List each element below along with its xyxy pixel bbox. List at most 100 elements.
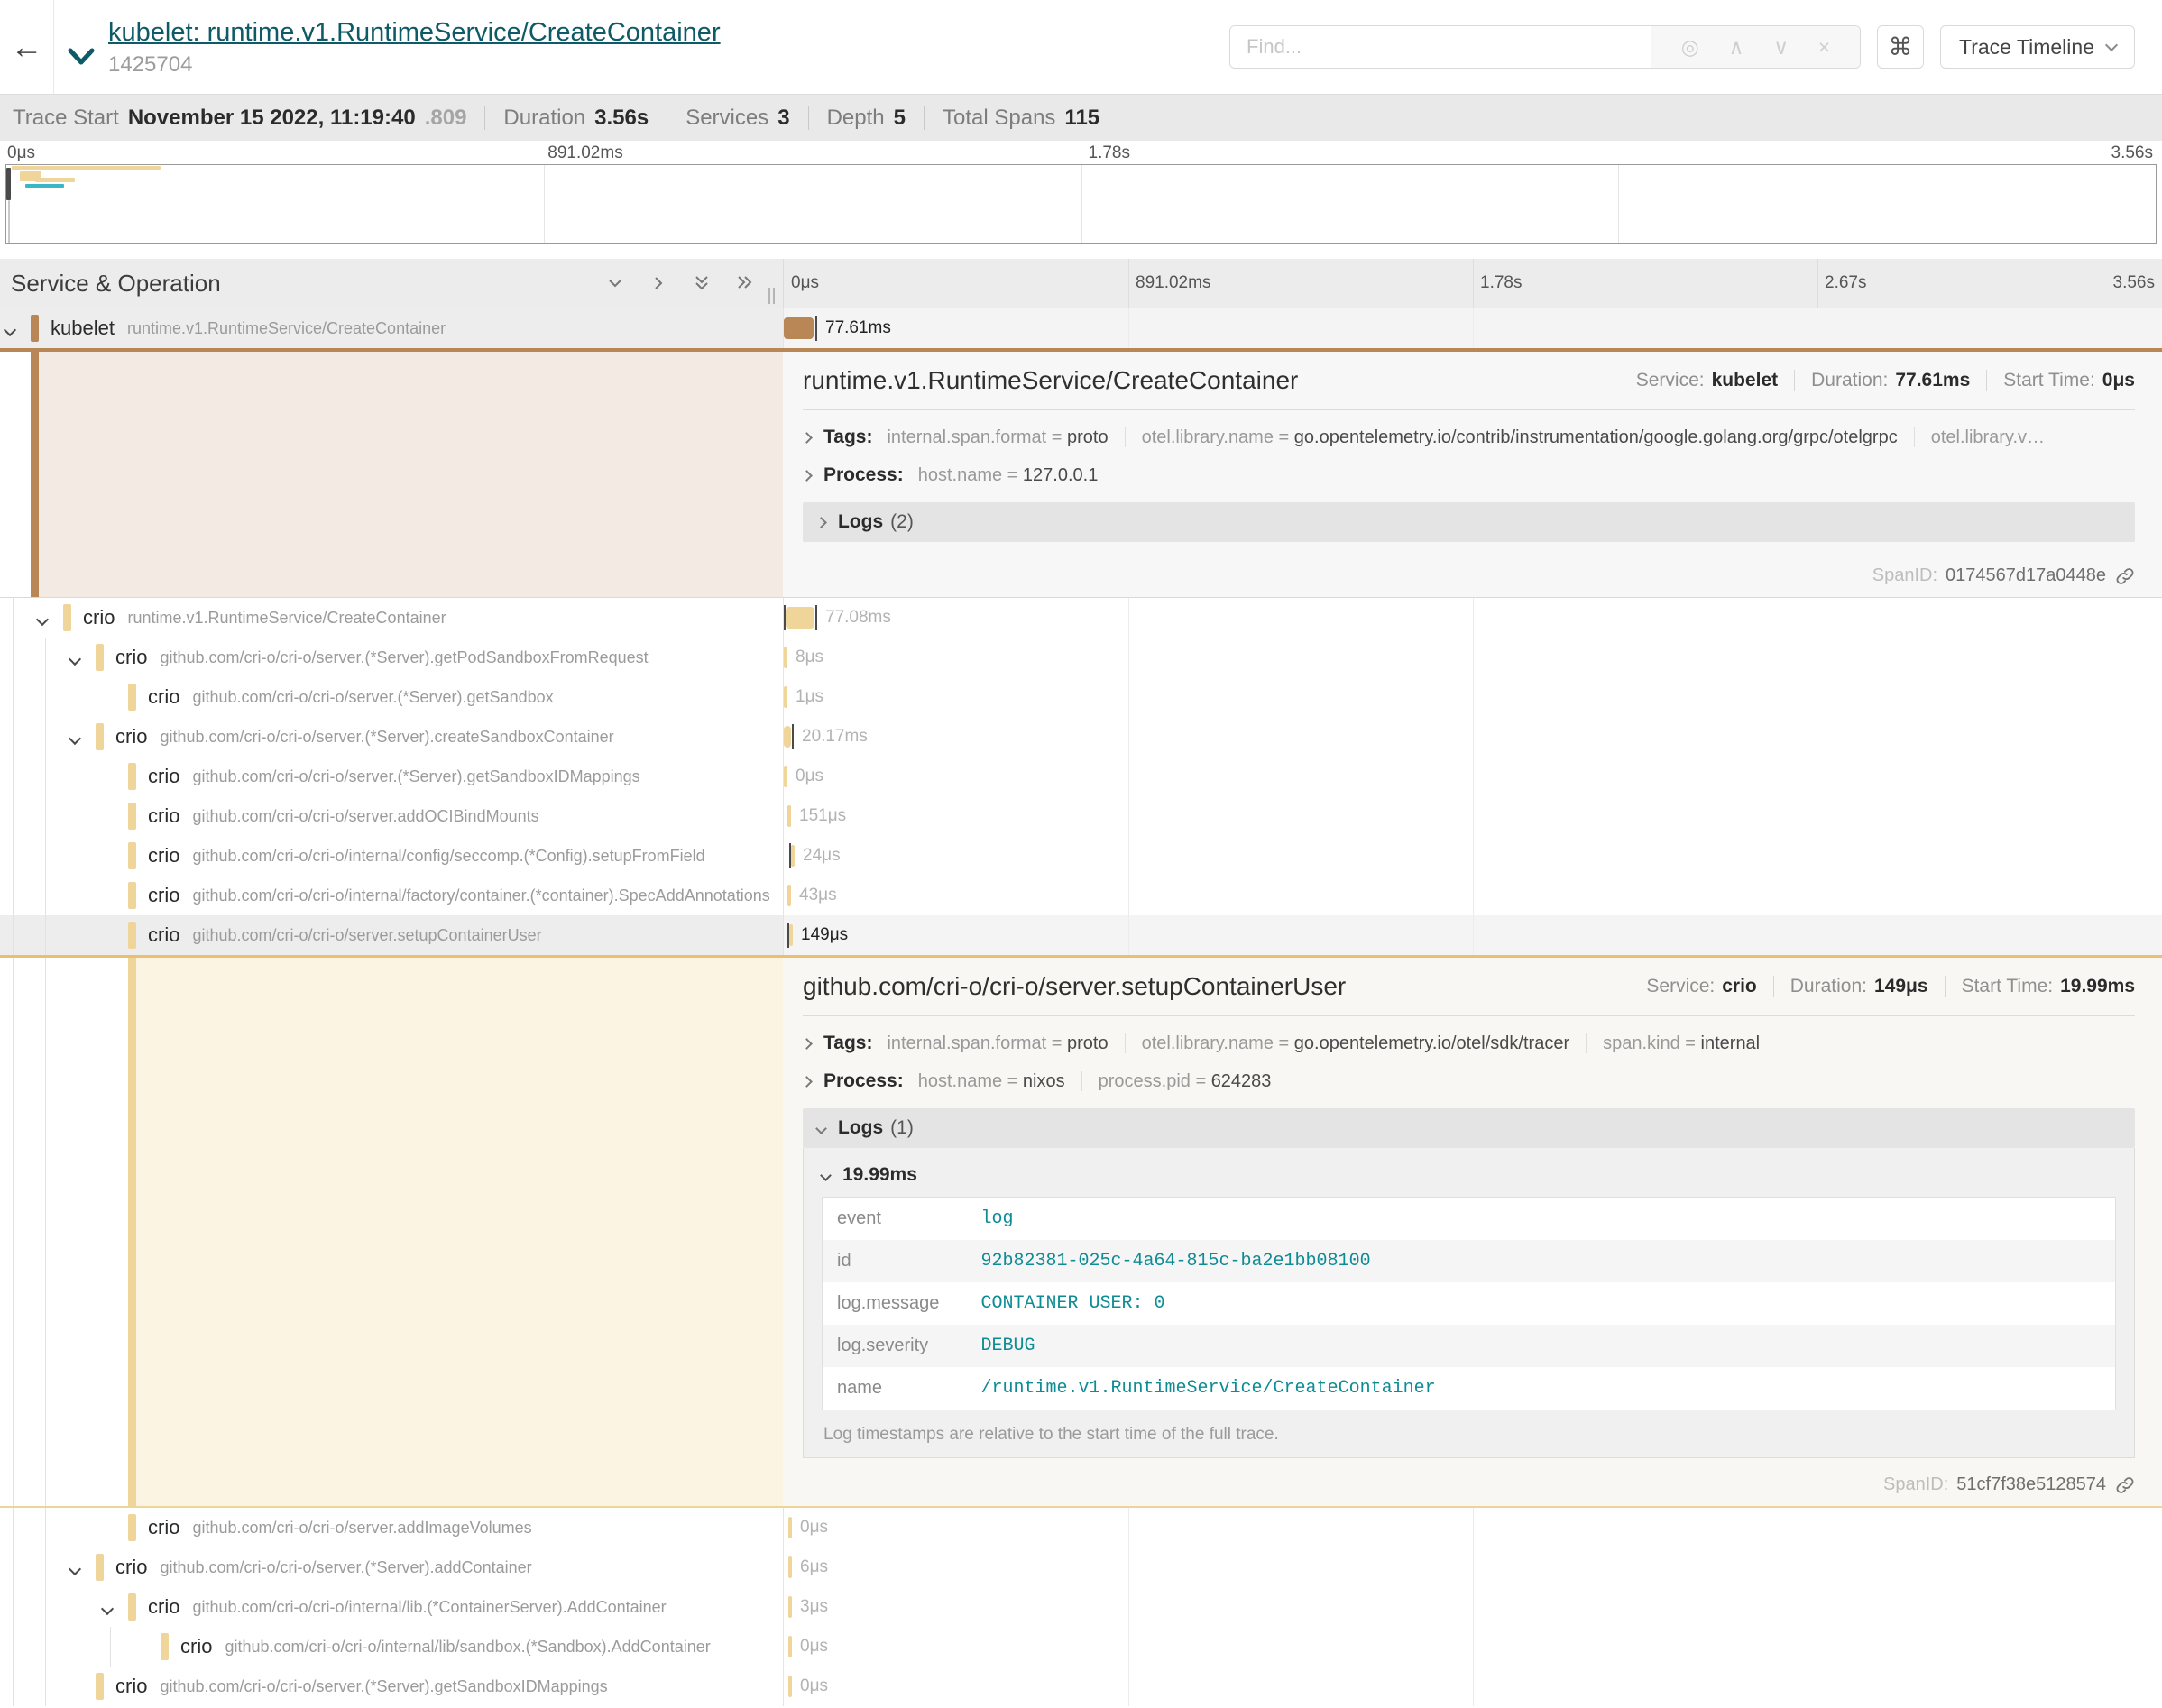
- chevron-right-icon: [801, 432, 813, 444]
- span-timeline-cell[interactable]: 1μs: [783, 677, 2162, 717]
- span-detail-meta: Service:kubelet Duration:77.61ms Start T…: [1636, 370, 2135, 391]
- span-row[interactable]: crio github.com/cri-o/cri-o/server.setup…: [0, 915, 2162, 955]
- chevron-right-icon: [801, 1076, 813, 1088]
- span-operation-name: github.com/cri-o/cri-o/server.setupConta…: [192, 926, 541, 945]
- span-timeline-cell[interactable]: 0μs: [783, 1508, 2162, 1547]
- start-time-value: 19.99ms: [2060, 976, 2135, 997]
- kv-item: otel.library.v…: [1931, 427, 2045, 448]
- collapse-all-icon[interactable]: [691, 272, 713, 294]
- collapse-header-icon[interactable]: [67, 47, 96, 71]
- span-row[interactable]: crio github.com/cri-o/cri-o/internal/lib…: [0, 1627, 2162, 1667]
- process-accordion[interactable]: Process: host.name = 127.0.0.1: [803, 464, 2135, 486]
- view-selector-label: Trace Timeline: [1959, 35, 2094, 60]
- span-row[interactable]: crio github.com/cri-o/cri-o/server.(*Ser…: [0, 677, 2162, 717]
- span-operation-name: github.com/cri-o/cri-o/internal/config/s…: [192, 847, 704, 866]
- span-color-accent: [128, 958, 136, 1506]
- span-row[interactable]: crio runtime.v1.RuntimeService/CreateCon…: [0, 598, 2162, 638]
- copy-link-icon[interactable]: [2115, 1475, 2135, 1495]
- span-row[interactable]: crio github.com/cri-o/cri-o/server.(*Ser…: [0, 638, 2162, 677]
- expander-icon[interactable]: [70, 731, 85, 746]
- span-operation-name: github.com/cri-o/cri-o/server.(*Server).…: [160, 648, 648, 667]
- indent-guide: [13, 677, 14, 717]
- span-row[interactable]: crio github.com/cri-o/cri-o/internal/fac…: [0, 876, 2162, 915]
- span-row[interactable]: crio github.com/cri-o/cri-o/server.addIm…: [0, 1508, 2162, 1547]
- keyboard-shortcuts-button[interactable]: ⌘: [1877, 25, 1924, 69]
- meta-separator: [1794, 370, 1795, 391]
- span-timeline-cell[interactable]: 8μs: [783, 638, 2162, 677]
- span-timeline-cell[interactable]: 6μs: [783, 1547, 2162, 1587]
- log-field-value: CONTAINER USER: 0: [967, 1282, 2116, 1325]
- span-timeline-cell[interactable]: 0μs: [783, 1667, 2162, 1706]
- log-entry-header[interactable]: 19.99ms: [822, 1153, 2116, 1197]
- column-resizer[interactable]: [768, 288, 779, 304]
- tree-controls: [604, 272, 756, 294]
- trace-stat: Total Spans 115: [943, 106, 1099, 131]
- copy-link-icon[interactable]: [2115, 566, 2135, 586]
- span-operation-name: github.com/cri-o/cri-o/server.(*Server).…: [192, 767, 639, 786]
- logs-accordion[interactable]: Logs (1): [803, 1108, 2135, 1148]
- span-operation-name: github.com/cri-o/cri-o/internal/factory/…: [192, 886, 769, 905]
- span-row[interactable]: crio github.com/cri-o/cri-o/server.(*Ser…: [0, 1667, 2162, 1706]
- expand-all-icon[interactable]: [734, 272, 756, 294]
- tags-accordion[interactable]: Tags: internal.span.format = protootel.l…: [803, 427, 2135, 448]
- span-name-cell: crio runtime.v1.RuntimeService/CreateCon…: [0, 598, 783, 638]
- indent-guide: [13, 1508, 14, 1547]
- span-timeline-cell[interactable]: 0μs: [783, 757, 2162, 796]
- logs-count: (1): [890, 1117, 914, 1139]
- span-timeline-cell[interactable]: 20.17ms: [783, 717, 2162, 757]
- indent-guide: [13, 796, 14, 836]
- expander-icon[interactable]: [5, 323, 20, 337]
- trace-title-link[interactable]: kubelet: runtime.v1.RuntimeService/Creat…: [108, 18, 721, 48]
- span-detail-title: runtime.v1.RuntimeService/CreateContaine…: [803, 366, 1298, 395]
- span-name-cell: crio github.com/cri-o/cri-o/server.(*Ser…: [0, 717, 783, 757]
- span-row[interactable]: kubelet runtime.v1.RuntimeService/Create…: [0, 308, 2162, 348]
- span-row[interactable]: crio github.com/cri-o/cri-o/internal/lib…: [0, 1587, 2162, 1627]
- duration-label: Duration:: [1811, 370, 1888, 391]
- process-accordion[interactable]: Process: host.name = nixosprocess.pid = …: [803, 1070, 2135, 1092]
- next-match-icon[interactable]: ∨: [1773, 35, 1789, 60]
- span-row[interactable]: crio github.com/cri-o/cri-o/server.(*Ser…: [0, 757, 2162, 796]
- prev-match-icon[interactable]: ∧: [1729, 35, 1744, 60]
- span-detail-gutter-fill: [39, 352, 783, 597]
- back-button[interactable]: ←: [0, 0, 54, 94]
- span-name-cell: crio github.com/cri-o/cri-o/server.(*Ser…: [0, 1547, 783, 1587]
- span-timeline-cell[interactable]: 3μs: [783, 1587, 2162, 1627]
- expander-icon[interactable]: [103, 1602, 117, 1616]
- clear-search-icon[interactable]: ×: [1818, 35, 1830, 60]
- span-row[interactable]: crio github.com/cri-o/cri-o/server.addOC…: [0, 796, 2162, 836]
- view-selector-button[interactable]: Trace Timeline: [1940, 25, 2135, 69]
- trace-timeline-minimap[interactable]: [5, 164, 2157, 244]
- span-timeline-cell[interactable]: 43μs: [783, 876, 2162, 915]
- find-input[interactable]: [1230, 26, 1651, 68]
- span-timeline-cell[interactable]: 0μs: [783, 1627, 2162, 1667]
- minimap-tick-label: 1.78s: [1089, 143, 1130, 163]
- span-timeline-cell[interactable]: 24μs: [783, 836, 2162, 876]
- span-row[interactable]: crio github.com/cri-o/cri-o/internal/con…: [0, 836, 2162, 876]
- expand-one-icon[interactable]: [648, 272, 669, 294]
- expander-icon[interactable]: [70, 1562, 85, 1576]
- expander-icon[interactable]: [70, 652, 85, 666]
- expander-icon[interactable]: [38, 612, 52, 627]
- span-timeline-cell[interactable]: 151μs: [783, 796, 2162, 836]
- span-row[interactable]: crio github.com/cri-o/cri-o/server.(*Ser…: [0, 717, 2162, 757]
- tags-accordion[interactable]: Tags: internal.span.format = protootel.l…: [803, 1033, 2135, 1054]
- span-service-name: crio: [148, 685, 179, 709]
- span-timeline-cell[interactable]: 149μs: [783, 915, 2162, 955]
- span-timeline-cell[interactable]: 77.61ms: [783, 308, 2162, 348]
- indent-guide: [13, 958, 14, 1506]
- log-timestamps-note: Log timestamps are relative to the start…: [822, 1410, 2116, 1445]
- span-duration-bar: [788, 1596, 792, 1618]
- span-name-cell: crio github.com/cri-o/cri-o/server.setup…: [0, 915, 783, 955]
- span-detail-row: github.com/cri-o/cri-o/server.setupConta…: [0, 955, 2162, 1508]
- collapse-one-icon[interactable]: [604, 272, 626, 294]
- span-service-name: crio: [83, 606, 115, 629]
- span-timeline-cell[interactable]: 77.08ms: [783, 598, 2162, 638]
- span-color-bar: [128, 684, 136, 711]
- locate-icon[interactable]: ◎: [1681, 35, 1699, 60]
- logs-accordion[interactable]: Logs (2): [803, 502, 2135, 542]
- log-field-row: eventlog: [823, 1198, 2116, 1241]
- span-duration-label: 77.08ms: [825, 608, 891, 628]
- span-row[interactable]: crio github.com/cri-o/cri-o/server.(*Ser…: [0, 1547, 2162, 1587]
- trace-stat: Duration 3.56s: [503, 106, 649, 131]
- span-service-name: kubelet: [51, 317, 115, 340]
